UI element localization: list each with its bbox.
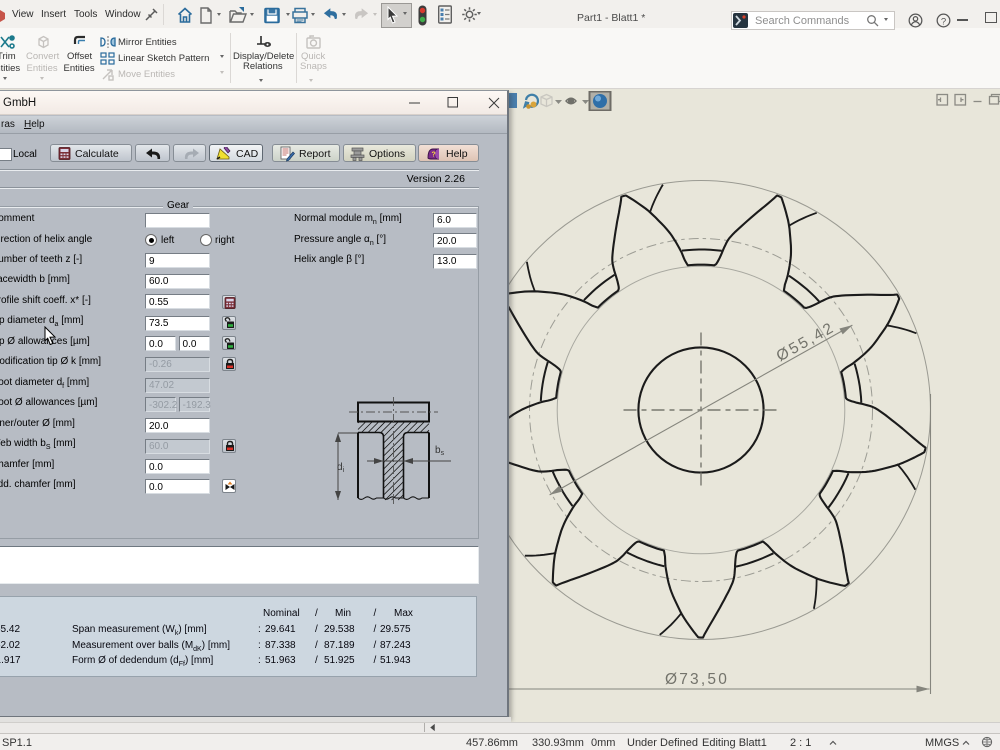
svg-text:bs: bs xyxy=(435,445,445,457)
svg-text:?: ? xyxy=(432,152,436,159)
svg-text:di: di xyxy=(337,462,345,474)
svg-text:?: ? xyxy=(941,16,946,27)
svg-text:Ø73,50: Ø73,50 xyxy=(665,671,729,688)
